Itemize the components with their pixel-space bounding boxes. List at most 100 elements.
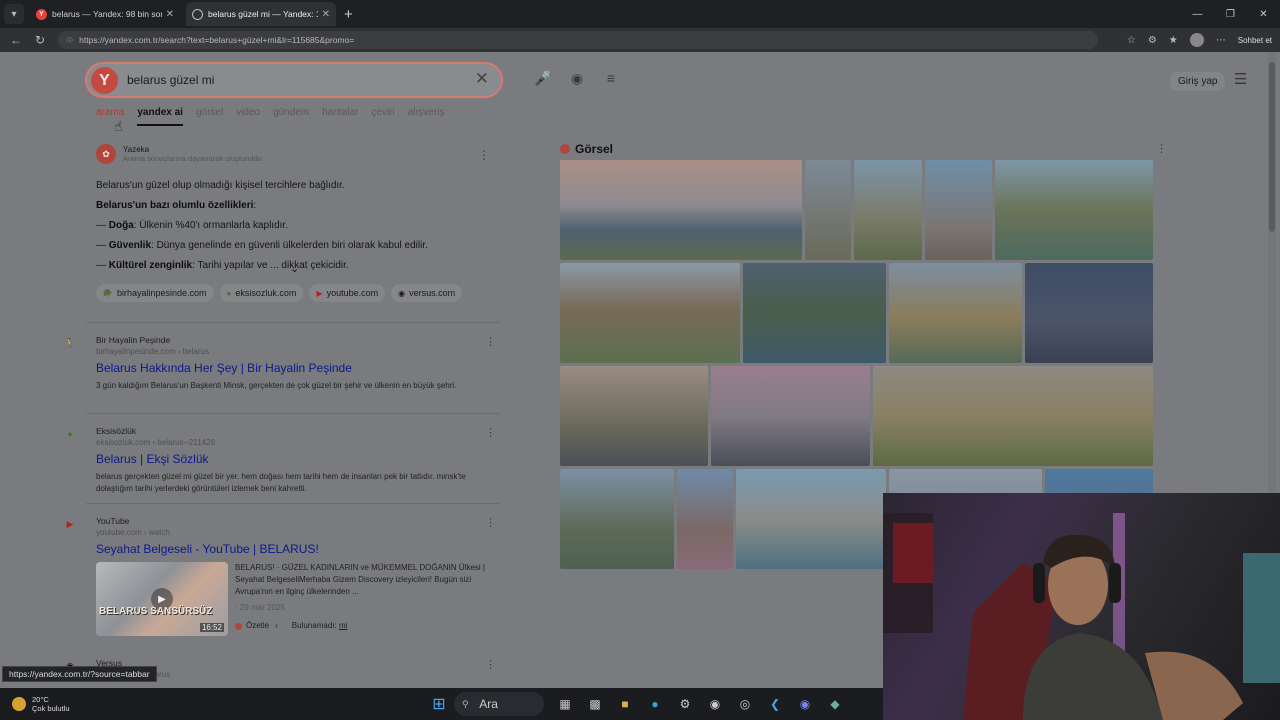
summarize-icon — [235, 622, 242, 630]
obs-icon[interactable]: ◎ — [730, 692, 760, 716]
image-thumbnail[interactable] — [805, 160, 851, 260]
yandex-logo[interactable]: Y — [91, 67, 118, 94]
site-info-icon[interactable]: ☉ — [66, 36, 73, 45]
back-icon[interactable]: ← — [8, 33, 24, 47]
images-title[interactable]: Görsel — [575, 142, 613, 156]
minimize-icon[interactable]: — — [1181, 0, 1214, 28]
image-thumbnail[interactable] — [736, 469, 886, 569]
tab-yandex-ai[interactable]: yandex ai — [137, 107, 183, 126]
browser-tab-2[interactable]: belarus güzel mi — Yandex: 175 b ✕ — [186, 2, 336, 26]
image-thumbnail[interactable] — [560, 469, 674, 569]
image-thumbnail[interactable] — [560, 160, 802, 260]
menu-icon[interactable]: ☰ — [1234, 70, 1247, 88]
more-options-icon[interactable]: ⋮ — [478, 148, 490, 162]
image-thumbnail[interactable] — [560, 366, 708, 466]
search-result: ● Eksisözlük eksisozluk.com › belarus--2… — [67, 426, 500, 495]
video-thumbnail[interactable]: ▶ BELARUS SANSÜRSÜZ 16:52 — [96, 562, 228, 636]
tab-list-button[interactable]: ▾ — [4, 4, 24, 24]
image-thumbnail[interactable] — [925, 160, 992, 260]
weather-widget[interactable]: 20°C Çok bulutlu — [12, 695, 70, 713]
image-thumbnail[interactable] — [711, 366, 870, 466]
extensions-icon[interactable]: ⚙ — [1148, 35, 1157, 46]
edge-icon[interactable]: ● — [640, 692, 670, 716]
close-window-icon[interactable]: ✕ — [1247, 0, 1280, 28]
tab-haritalar[interactable]: haritalar — [322, 107, 358, 126]
favorites-icon[interactable]: ★ — [1169, 35, 1178, 46]
image-thumbnail[interactable] — [854, 160, 922, 260]
star-icon[interactable]: ☆ — [1127, 35, 1136, 46]
app-icon[interactable]: ◆ — [820, 692, 850, 716]
webcam-overlay — [883, 493, 1280, 720]
discord-icon[interactable]: ◉ — [790, 692, 820, 716]
image-thumbnail[interactable] — [560, 263, 740, 363]
tab-video[interactable]: video — [236, 107, 260, 126]
result-url[interactable]: versus.com › belarus — [96, 670, 500, 679]
result-title[interactable]: Seyahat Belgeseli - YouTube | BELARUS! — [96, 542, 500, 556]
profile-avatar[interactable] — [1189, 33, 1204, 47]
reload-icon[interactable]: ↻ — [32, 33, 48, 47]
search-tools: 🎤 ◉ ≡ — [526, 70, 628, 87]
widgets-icon[interactable]: ▦ — [550, 692, 580, 716]
more-options-icon[interactable]: ⋮ — [485, 335, 496, 348]
image-thumbnail[interactable] — [873, 366, 1153, 466]
more-options-icon[interactable]: ⋮ — [1156, 142, 1167, 155]
more-icon[interactable]: ⋯ — [1216, 35, 1226, 46]
more-options-icon[interactable]: ⋮ — [485, 426, 496, 439]
url-text: https://yandex.com.tr/search?text=belaru… — [79, 35, 355, 45]
source-label: versus.com — [409, 288, 456, 298]
more-options-icon[interactable]: ⋮ — [485, 658, 496, 671]
result-url[interactable]: birhayalinpesinde.com › belarus — [96, 347, 500, 356]
close-tab-icon[interactable]: ✕ — [322, 9, 330, 20]
toolbar-right: ☆ ⚙ ★ ⋯ Sohbet et — [1115, 33, 1272, 47]
source-chip[interactable]: ● eksisozluk.com — [219, 284, 304, 302]
login-button[interactable]: Giriş yap — [1170, 72, 1226, 91]
vscode-icon[interactable]: ❮ — [760, 692, 790, 716]
divider — [86, 322, 500, 323]
file-explorer-icon[interactable]: ■ — [610, 692, 640, 716]
chat-button[interactable]: Sohbet et — [1238, 36, 1272, 45]
source-chip[interactable]: 🪖 birhayalinpesinde.com — [96, 284, 214, 302]
url-field[interactable]: ☉ https://yandex.com.tr/search?text=bela… — [58, 31, 1098, 49]
browser-tab-1[interactable]: Y belarus — Yandex: 98 bin sonuç b ✕ — [30, 2, 180, 26]
expand-chevron-icon[interactable]: ⌄ — [290, 262, 299, 275]
filters-icon[interactable]: ≡ — [594, 70, 628, 87]
result-url[interactable]: eksisozluk.com › belarus--211428 — [96, 438, 500, 447]
result-title[interactable]: Belarus | Ekşi Sözlük — [96, 452, 500, 466]
close-tab-icon[interactable]: ✕ — [166, 9, 174, 20]
windows-start-icon[interactable]: ⊞ — [424, 692, 454, 716]
clear-icon[interactable]: ✕ — [475, 69, 489, 89]
source-label: eksisozluk.com — [235, 288, 297, 298]
search-input[interactable]: belarus güzel mi — [127, 73, 214, 87]
search-box[interactable]: Y belarus güzel mi ✕ — [85, 62, 503, 98]
taskbar: 20°C Çok bulutlu ⊞ ⚲ Ara ▦ ▩ ■ ● ⚙ ◉ ◎ ❮… — [0, 688, 883, 720]
images-section: Görsel — [560, 142, 613, 156]
tab-alisveris[interactable]: alışveriş — [408, 107, 445, 126]
tab-gundem[interactable]: gündem — [273, 107, 309, 126]
browser-icon[interactable]: ◉ — [700, 692, 730, 716]
image-thumbnail[interactable] — [995, 160, 1153, 260]
source-chip[interactable]: ▶ youtube.com — [309, 284, 386, 302]
steam-icon[interactable]: ⚙ — [670, 692, 700, 716]
task-view-icon[interactable]: ▩ — [580, 692, 610, 716]
scrollbar-thumb[interactable] — [1269, 62, 1275, 232]
result-title[interactable]: Belarus Hakkında Her Şey | Bir Hayalin P… — [96, 361, 500, 375]
address-bar: ← ↻ ☉ https://yandex.com.tr/search?text=… — [0, 28, 1280, 52]
image-thumbnail[interactable] — [889, 263, 1022, 363]
result-url[interactable]: youtube.com › watch — [96, 528, 500, 537]
maximize-icon[interactable]: ❐ — [1214, 0, 1247, 28]
chevron-right-icon: › — [275, 621, 278, 630]
image-thumbnail[interactable] — [677, 469, 733, 569]
missing-word: mi — [338, 621, 348, 630]
tab-gorsel[interactable]: görsel — [196, 107, 223, 126]
more-options-icon[interactable]: ⋮ — [485, 516, 496, 529]
taskbar-search[interactable]: ⚲ Ara — [454, 692, 544, 716]
microphone-icon[interactable]: 🎤 — [526, 70, 560, 87]
source-chip[interactable]: ◉ versus.com — [391, 284, 463, 302]
weather-icon — [12, 697, 26, 711]
image-thumbnail[interactable] — [1025, 263, 1153, 363]
camera-icon[interactable]: ◉ — [560, 70, 594, 87]
image-thumbnail[interactable] — [743, 263, 886, 363]
tab-ceviri[interactable]: çeviri — [371, 107, 394, 126]
new-tab-icon[interactable]: + — [344, 6, 353, 23]
summarize-button[interactable]: Özetle — [246, 620, 269, 632]
